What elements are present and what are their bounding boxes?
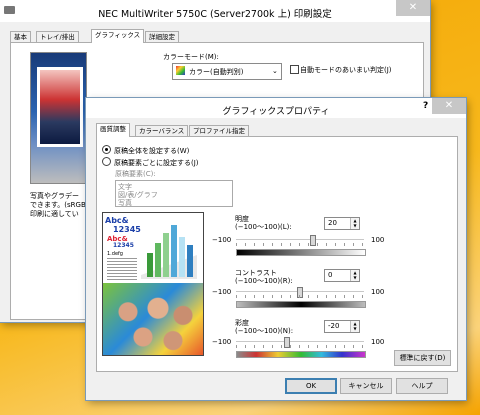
saturation-gradient-bar — [236, 351, 366, 358]
spin-arrows-icon[interactable]: ▲ ▼ — [350, 218, 359, 229]
radio-per-element-label: 原稿要素ごとに設定する(J) — [114, 159, 199, 167]
saturation-value: -20 — [328, 322, 340, 330]
gfx-dialog-close-button[interactable]: ✕ — [432, 98, 466, 114]
element-photo[interactable]: 写真 — [118, 198, 132, 208]
brightness-slider-ticks — [236, 243, 364, 246]
help-button[interactable]: ヘルプ — [396, 378, 448, 394]
saturation-slider-track[interactable] — [236, 341, 364, 342]
graphics-properties-dialog: グラフィックスプロパティ ? ✕ 画質調整 カラーバランス プロファイル指定 原… — [86, 98, 466, 400]
saturation-stepper[interactable]: -20 ▲ ▼ — [324, 320, 360, 333]
tab-image-quality[interactable]: 画質調整 — [96, 123, 130, 137]
saturation-slider-ticks — [236, 345, 364, 348]
preview-text-lines — [107, 258, 137, 280]
contrast-min-label: −100 — [212, 288, 232, 296]
contrast-gradient-bar — [236, 301, 366, 308]
color-mode-label: カラーモード(M): — [163, 53, 219, 61]
preview-photo-frame — [37, 67, 83, 147]
gfx-dialog-titlebar: グラフィックスプロパティ ? ✕ — [86, 98, 466, 118]
elements-label: 原稿要素(C): — [115, 170, 156, 178]
contrast-stepper[interactable]: 0 ▲ ▼ — [324, 269, 360, 282]
contrast-value: 0 — [328, 271, 333, 279]
color-mode-select[interactable]: カラー(自動判別) ⌄ — [172, 63, 282, 80]
printer-window-title: NEC MultiWriter 5750C (Server2700k 上) 印刷… — [98, 9, 332, 20]
radio-all-document[interactable] — [102, 145, 111, 154]
saturation-max-label: 100 — [371, 338, 385, 346]
tab-graphics[interactable]: グラフィックス — [91, 29, 145, 43]
preview-number-2: 12345 — [113, 242, 134, 249]
brightness-gradient-bar — [236, 249, 366, 256]
radio-all-document-label: 原稿全体を設定する(W) — [114, 147, 190, 155]
reset-defaults-button[interactable]: 標準に戻す(D) — [394, 350, 451, 366]
brightness-range-label: (−100〜100)(L): — [235, 223, 292, 231]
brightness-value: 20 — [328, 219, 337, 227]
saturation-min-label: −100 — [212, 338, 232, 346]
help-icon[interactable]: ? — [423, 101, 428, 111]
radio-per-element[interactable] — [102, 157, 111, 166]
contrast-slider-ticks — [236, 295, 364, 298]
preview-abc-1: Abc& — [105, 216, 129, 225]
chevron-down-icon: ⌄ — [272, 67, 278, 75]
printer-window-titlebar: NEC MultiWriter 5750C (Server2700k 上) 印刷… — [0, 0, 430, 22]
elements-listbox[interactable]: 文字 図/表/グラフ 写真 — [115, 180, 233, 207]
color-printer-icon — [176, 66, 185, 75]
ok-button[interactable]: OK — [285, 378, 337, 394]
color-mode-value: カラー(自動判別) — [189, 68, 244, 76]
printer-window-close-button[interactable]: ✕ — [396, 0, 430, 16]
contrast-range-label: (−100〜100)(R): — [235, 277, 293, 285]
quality-preview: Abc& 12345 Abc& 12345 1.defg — [102, 212, 204, 356]
auto-mode-checkbox[interactable] — [290, 65, 299, 74]
auto-mode-check-label: 自動モードのあいまい判定(J) — [300, 66, 392, 74]
contrast-max-label: 100 — [371, 288, 385, 296]
spin-arrows-icon[interactable]: ▲ ▼ — [350, 270, 359, 281]
preview-small-text: 1.defg — [107, 251, 123, 257]
saturation-range-label: (−100〜100)(N): — [235, 327, 294, 335]
preview-people-photo — [103, 283, 203, 355]
preview-number-1: 12345 — [113, 225, 141, 234]
cancel-button[interactable]: キャンセル — [340, 378, 392, 394]
printer-preview-image — [30, 52, 87, 184]
brightness-stepper[interactable]: 20 ▲ ▼ — [324, 217, 360, 230]
preview-bar-graph — [141, 225, 197, 279]
brightness-min-label: −100 — [212, 236, 232, 244]
spin-arrows-icon[interactable]: ▲ ▼ — [350, 321, 359, 332]
brightness-max-label: 100 — [371, 236, 385, 244]
printer-desc-line-3: 印刷に適してい — [30, 210, 79, 218]
brightness-slider-track[interactable] — [236, 239, 364, 240]
gfx-dialog-title: グラフィックスプロパティ — [222, 107, 330, 117]
